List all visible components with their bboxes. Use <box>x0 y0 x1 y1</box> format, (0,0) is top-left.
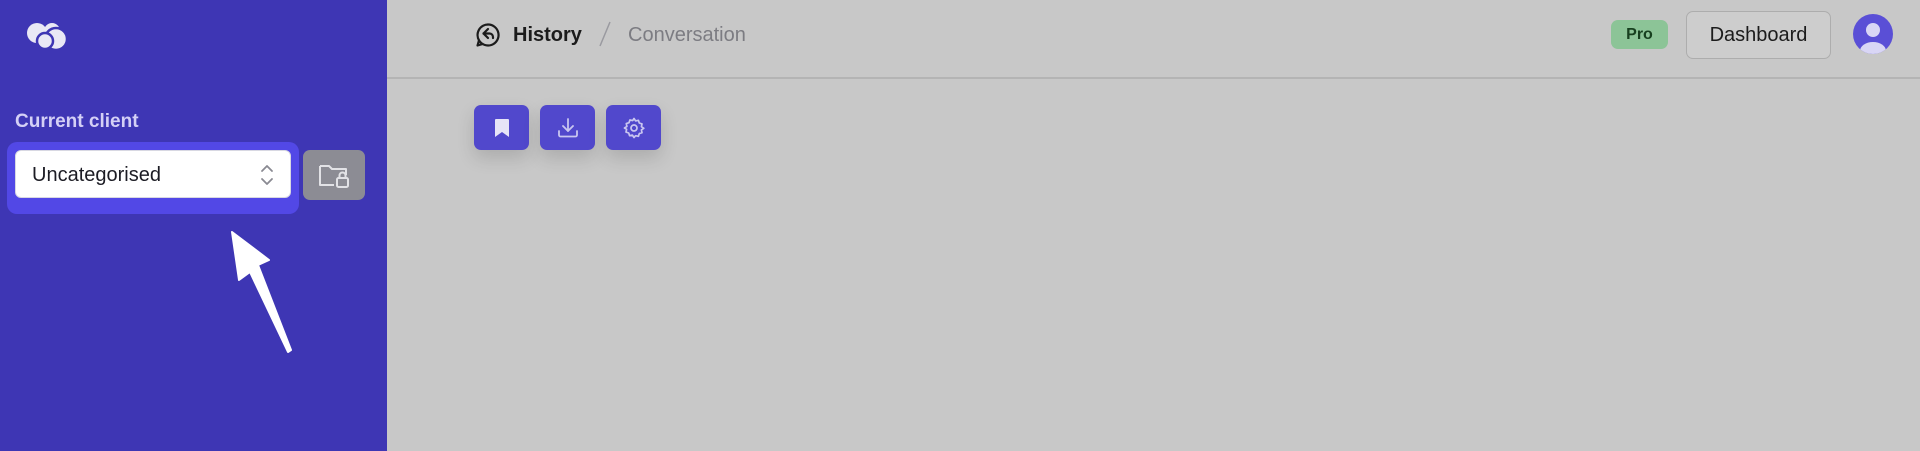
main-area: History Conversation Pro Dashboard <box>387 0 1920 451</box>
current-client-label: Current client <box>15 111 139 132</box>
dashboard-button[interactable]: Dashboard <box>1686 11 1831 59</box>
folder-lock-icon <box>319 165 349 188</box>
pointer-arrow-annotation <box>231 231 292 353</box>
settings-button[interactable] <box>606 105 661 150</box>
app-logo-icon[interactable] <box>25 20 71 52</box>
gear-icon <box>623 117 645 138</box>
top-bar: History Conversation Pro Dashboard <box>387 0 1920 79</box>
bookmark-icon <box>494 118 509 137</box>
client-select-value: Uncategorised <box>32 164 161 186</box>
chevron-up-down-icon <box>261 165 273 185</box>
sidebar: Current client Uncategorised <box>0 0 387 451</box>
breadcrumb-current: Conversation <box>628 24 746 46</box>
download-icon <box>557 117 578 137</box>
pro-badge: Pro <box>1611 20 1668 49</box>
download-button[interactable] <box>540 105 595 150</box>
bookmark-button[interactable] <box>474 105 529 150</box>
breadcrumb-separator <box>599 21 611 47</box>
client-folder-button[interactable] <box>303 150 365 200</box>
action-toolbar <box>474 105 661 150</box>
breadcrumb-history-link[interactable]: History <box>513 24 582 47</box>
user-avatar-icon[interactable] <box>1853 14 1893 54</box>
client-select-focus-ring: Uncategorised <box>7 142 299 214</box>
client-select[interactable]: Uncategorised <box>15 150 291 198</box>
history-chat-icon[interactable] <box>475 22 501 48</box>
